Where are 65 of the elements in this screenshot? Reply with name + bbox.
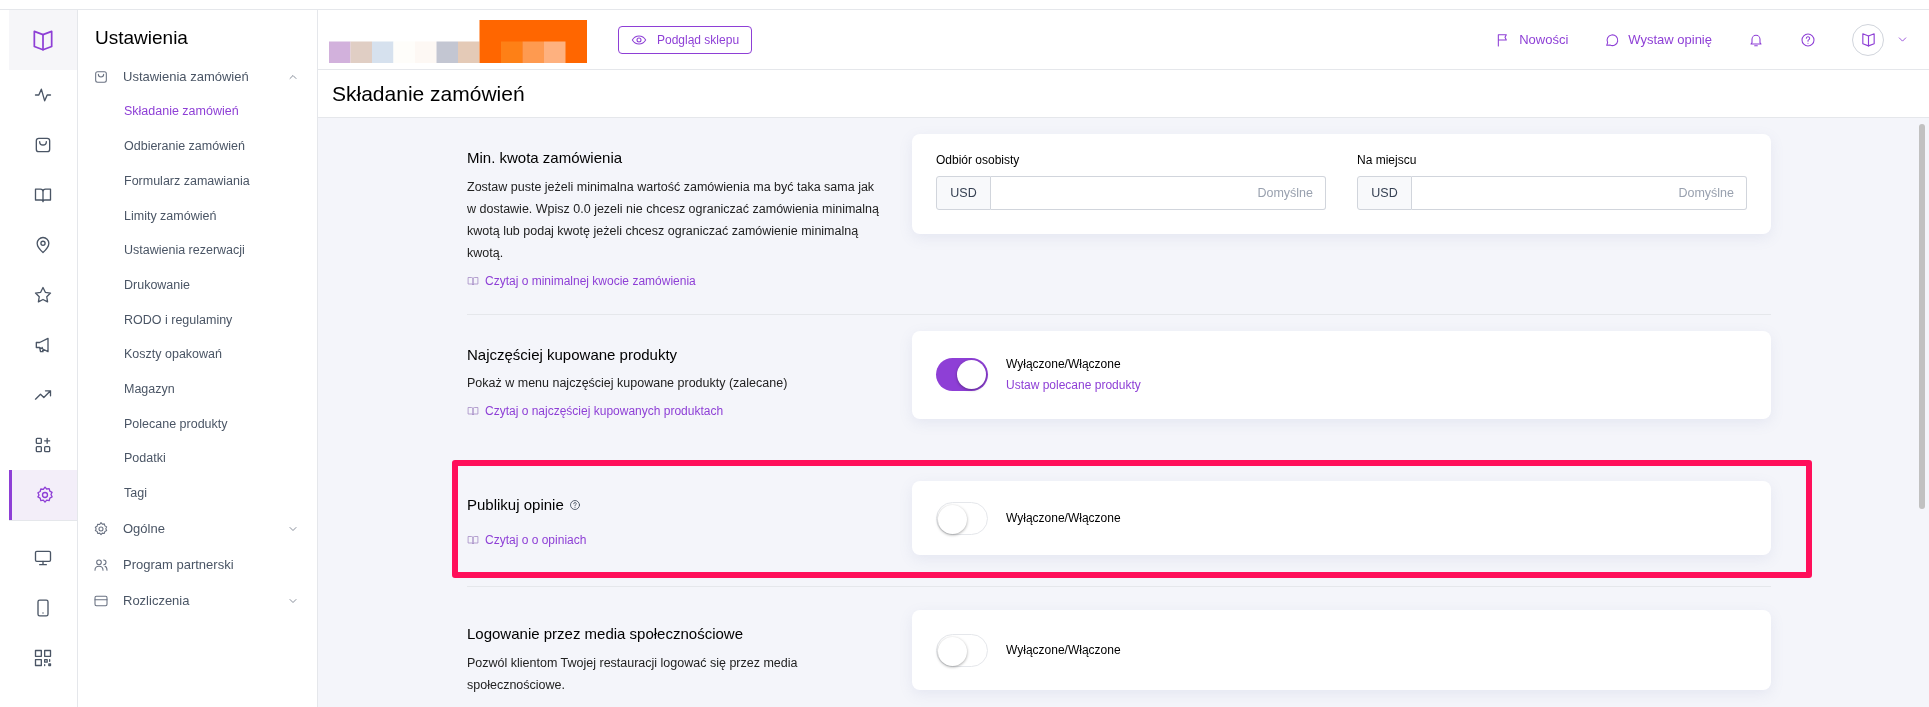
- scrollbar[interactable]: [1919, 124, 1925, 509]
- help-icon: [1800, 31, 1816, 48]
- toggle-switch[interactable]: [936, 358, 988, 391]
- toggle-switch[interactable]: [936, 501, 988, 535]
- set-products-link[interactable]: Ustaw polecane produkty: [1006, 376, 1141, 394]
- currency-prefix: USD: [1357, 176, 1412, 210]
- setting-description: Zostaw puste jeżeli minimalna wartość zamówienia ma być taka sama jak w dostawie. Wpisz 0.0 jezeli nie chcesz ograniczać zamówienia minimalną kwotą lub podaj kwotę jeżeli chcesz ograniczać zamówienie minimalną kwotą.: [467, 178, 880, 262]
- qr-code-icon: [33, 648, 53, 668]
- settings-icon: [34, 485, 55, 505]
- setting-description: Pozwól klientom Twojej restauracji logować się przez media społecznościowe.: [467, 654, 799, 694]
- app-logo[interactable]: [9, 10, 77, 70]
- sidebar-item[interactable]: Podatki: [78, 441, 317, 477]
- read-more-link[interactable]: Czytaj o najczęściej kupowanych produktach: [467, 402, 880, 420]
- sidebar-group[interactable]: Rozliczenia: [78, 582, 317, 619]
- sidebar-item[interactable]: Składanie zamówień: [78, 94, 317, 130]
- toggle-label: Wyłączone/Włączone: [1006, 356, 1122, 373]
- users-icon: [93, 556, 109, 573]
- chat-bubble-icon: [1604, 31, 1621, 48]
- book-icon: [467, 405, 479, 417]
- setting-description: Pokaż w menu najczęściej kupowane produkty (zalecane): [467, 375, 789, 392]
- bag-icon: [93, 68, 109, 85]
- toggle-label: Wyłączone/Włączone: [1006, 642, 1121, 659]
- page-title: Składanie zamówień: [332, 80, 525, 107]
- amount-field[interactable]: Domyślne: [991, 176, 1326, 210]
- rail-item[interactable]: [9, 470, 77, 520]
- currency-prefix: USD: [936, 176, 991, 210]
- setting-title: Publikuj opinie: [467, 495, 564, 515]
- sidebar-group[interactable]: Ustawienia zamówień: [78, 58, 317, 95]
- monitor-icon: [33, 548, 53, 568]
- help-icon: [568, 499, 581, 512]
- preview-store-button[interactable]: Podgląd sklepu: [618, 25, 753, 54]
- book-logo-icon: [30, 27, 56, 53]
- field-label: Na miejscu: [1357, 152, 1418, 169]
- sidebar-item[interactable]: Odbieranie zamówień: [78, 129, 317, 164]
- sidebar-item[interactable]: Tagi: [78, 476, 317, 511]
- sidebar-item[interactable]: RODO i regulaminy: [78, 302, 317, 338]
- top-link[interactable]: Wystaw opinię: [1604, 29, 1712, 50]
- help-button[interactable]: [1800, 31, 1816, 48]
- sidebar-group[interactable]: Ogólne: [78, 510, 317, 547]
- sidebar-item[interactable]: Polecane produkty: [78, 406, 317, 442]
- apps-icon: [33, 435, 53, 455]
- book-icon: [467, 274, 479, 287]
- read-more-link[interactable]: Czytaj o minimalnej kwocie zamówienia: [467, 271, 880, 290]
- book-icon: [467, 533, 479, 546]
- settings-icon: [93, 520, 109, 537]
- sidebar-group[interactable]: Program partnerski: [78, 546, 317, 583]
- top-link[interactable]: Nowości: [1495, 29, 1569, 50]
- bag-icon: [33, 135, 53, 155]
- setting-title: Najczęściej kupowane produkty: [467, 344, 678, 365]
- star-icon: [33, 285, 53, 305]
- read-more-link[interactable]: Czytaj o o opiniach: [467, 530, 880, 549]
- sidebar-item[interactable]: Magazyn: [78, 372, 317, 407]
- book-logo-icon: [1859, 31, 1877, 48]
- setting-title: Logowanie przez media społecznościowe: [467, 624, 743, 644]
- sidebar-title: Ustawienia: [94, 26, 189, 50]
- sidebar-item[interactable]: Formularz zamawiania: [78, 163, 317, 199]
- toggle-switch[interactable]: [936, 633, 988, 667]
- sidebar-item[interactable]: Limity zamówień: [78, 198, 317, 234]
- field-label: Odbiór osobisty: [936, 152, 1021, 169]
- setting-title: Min. kwota zamówienia: [467, 148, 623, 168]
- toggle-label: Wyłączone/Włączone: [1006, 510, 1121, 527]
- amount-field[interactable]: Domyślne: [1412, 176, 1747, 210]
- sidebar-item[interactable]: Drukowanie: [78, 267, 317, 303]
- sidebar-item[interactable]: Ustawienia rezerwacji: [78, 233, 317, 268]
- sidebar-item[interactable]: Koszty opakowań: [78, 337, 317, 372]
